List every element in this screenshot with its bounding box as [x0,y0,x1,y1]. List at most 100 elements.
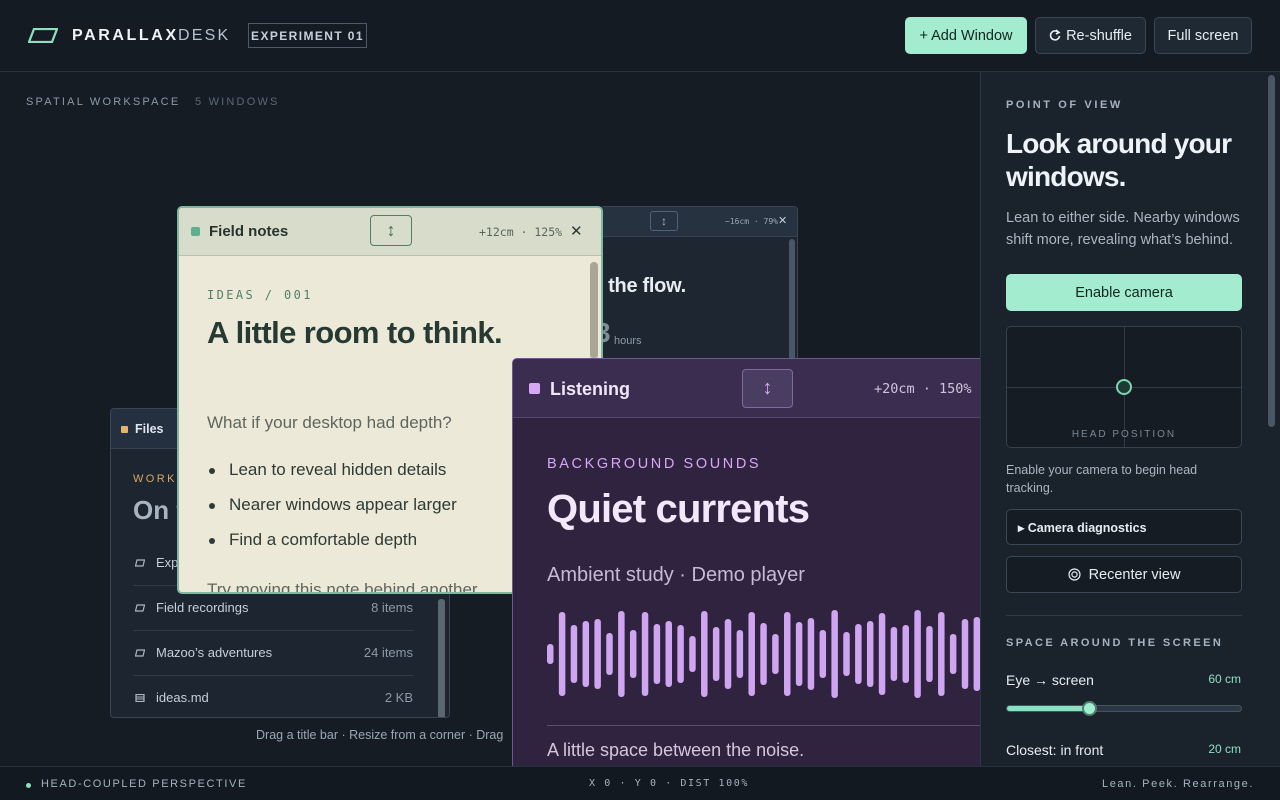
scrollbar[interactable] [438,599,445,717]
waveform-bar [641,612,649,696]
panel-scrollbar[interactable] [1268,75,1275,427]
full-screen-button[interactable]: Full screen [1154,17,1252,54]
waveform-bar [784,612,791,696]
slider-fill [1007,706,1089,711]
waveform-bar [558,612,566,696]
waveform-bar [547,644,554,664]
list-item-name: Exp [156,555,179,570]
close-icon[interactable]: ✕ [570,222,583,240]
recenter-view-label: Recenter view [1088,566,1181,583]
waveform-bar [629,630,637,678]
waveform-bar [902,625,909,683]
window-color-dot [529,383,540,394]
player-heading: Quiet currents [547,487,810,531]
waveform-bar [949,634,957,674]
note-eyebrow: IDEAS / 001 [207,288,313,302]
scrollbar[interactable] [789,239,795,365]
head-position-pad: HEAD POSITION [1006,326,1242,448]
stat-unit: hours [614,335,642,347]
add-window-button[interactable]: + Add Window [905,17,1027,54]
folder-icon [135,559,145,567]
waveform-bar [594,619,601,689]
eye-distance-label: Eye → screen [1006,672,1094,688]
list-item[interactable]: Mazoo’s adventures 24 items [133,631,413,676]
waveform-bar [689,636,696,672]
head-position-label: HEAD POSITION [1071,429,1177,440]
waveform-bar [819,630,827,678]
footer-tagline: Lean. Peek. Rearrange. [1102,778,1254,790]
close-icon[interactable]: ✕ [778,214,787,227]
experiment-badge: EXPERIMENT 01 [248,23,367,48]
window-back-dark[interactable]: ↕ −16cm · 79% ✕ g the flow. 3 hours [600,206,798,366]
reshuffle-label: Re-shuffle [1066,27,1132,44]
closest-depth-label: Closest: in front [1006,742,1104,758]
waveform-bar [665,621,672,687]
list-item-name: Field recordings [156,600,249,615]
panel-eyebrow: POINT OF VIEW [1006,99,1123,111]
divider [547,725,991,726]
depth-handle-icon[interactable]: ↕ [650,211,678,231]
list-item-meta: 8 items [371,600,413,615]
brand-subtitle: DESK [178,27,231,44]
list-item-name: ideas.md [156,690,209,705]
parallax-logo-icon [28,28,58,43]
target-icon [1067,568,1081,581]
top-bar: PARALLAX DESK EXPERIMENT 01 + Add Window… [0,0,1280,72]
recenter-view-button[interactable]: Recenter view [1006,556,1242,593]
window-depth-meta: +12cm · 125% [479,225,563,239]
waveform-bar [677,625,684,683]
waveform-bar [961,619,969,689]
brand-name: PARALLAX [72,27,179,44]
waveform-bar [570,625,578,683]
depth-handle-icon[interactable]: ↕ [742,369,793,408]
list-item[interactable]: ideas.md 2 KB [133,676,413,717]
waveform-bar [772,634,779,674]
waveform-bar [724,619,732,689]
waveform-bar [760,623,767,685]
list-item-meta: 2 KB [384,690,413,705]
closest-depth-value: 20 cm [1208,742,1241,756]
folder-icon [135,649,145,657]
waveform-bar [701,611,708,697]
enable-camera-button[interactable]: Enable camera [1006,274,1242,311]
player-tagline: A little space between the noise. [547,740,805,760]
reshuffle-button[interactable]: Re-shuffle [1035,17,1146,54]
window-color-dot [121,426,128,433]
waveform-bar [653,624,661,684]
waveform-visualizer[interactable] [547,609,987,699]
window-title-bar[interactable]: Listening ↕ +20cm · 150% [513,359,991,418]
window-title: Listening [550,379,630,399]
note-lede: What if your desktop had depth? [207,413,452,432]
panel-divider [1006,615,1242,616]
waveform-bar [855,624,862,684]
waveform-bar [712,627,720,681]
waveform-bar [890,627,898,681]
folder-icon [135,604,145,612]
scrollbar-thumb[interactable] [590,262,598,358]
camera-diagnostics-toggle[interactable]: ▸ Camera diagnostics [1006,509,1242,545]
eye-distance-slider[interactable] [1006,701,1242,716]
waveform-bar [938,612,945,696]
file-icon [135,694,145,702]
player-eyebrow: BACKGROUND SOUNDS [547,456,762,472]
status-footer: HEAD-COUPLED PERSPECTIVE X 0 · Y 0 · DIS… [0,766,1280,800]
window-title: Files [135,422,164,436]
window-count: 5 WINDOWS [195,96,280,108]
waveform-bar [914,610,921,698]
head-coordinates-readout: X 0 · Y 0 · DIST 100% [588,778,750,789]
note-bullet: Find a comfortable depth [207,530,457,565]
point-of-view-panel: POINT OF VIEW Look around your windows. … [980,72,1280,766]
workspace-hint-text: Drag a title bar · Resize from a corner … [256,728,504,742]
window-title-bar[interactable]: Field notes ↕ +12cm · 125% ✕ [179,208,601,256]
player-subtitle: Ambient study · Demo player [547,564,805,586]
slider-thumb[interactable] [1081,701,1097,716]
note-heading: A little room to think. [207,315,503,350]
window-title-bar[interactable]: ↕ −16cm · 79% ✕ [601,207,797,237]
waveform-bar [736,630,744,678]
window-color-dot [191,227,200,236]
window-listening[interactable]: Listening ↕ +20cm · 150% BACKGROUND SOUN… [512,358,992,778]
waveform-bar [878,613,886,695]
waveform-bar [866,621,874,687]
depth-handle-icon[interactable]: ↕ [370,215,412,246]
waveform-bar [807,618,815,690]
